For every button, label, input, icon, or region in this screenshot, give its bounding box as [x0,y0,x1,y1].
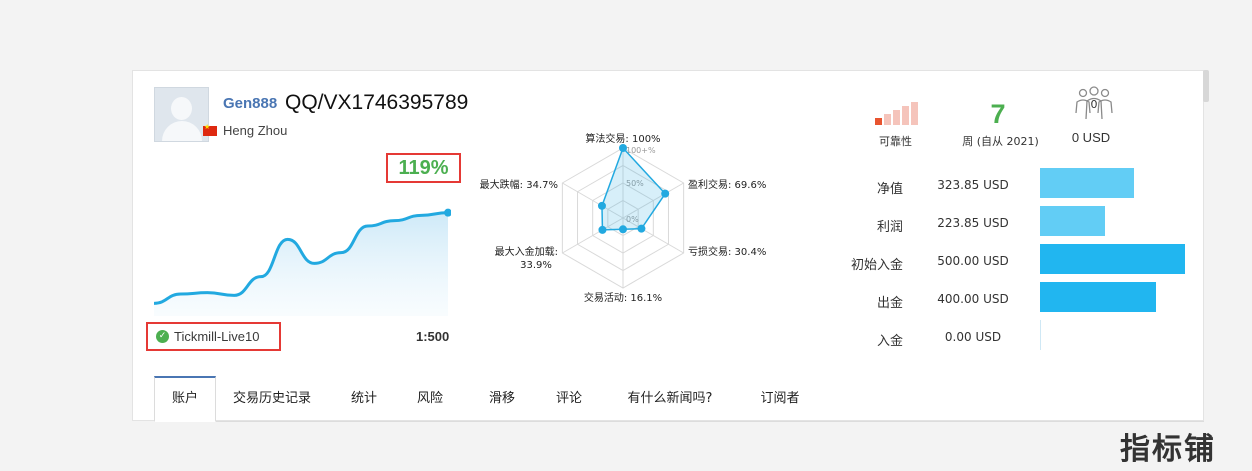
reliability-bar [902,106,909,125]
stat-row: 净值 323.85 USD [823,168,1203,206]
radar-axis-label: 算法交易: 100% [585,132,660,145]
user-name-link[interactable]: Gen888 [223,95,277,112]
stat-row: 入金 0.00 USD [823,320,1203,358]
stat-label: 净值 [876,182,903,197]
radar-axis-label: 亏损交易: 30.4% [688,245,766,258]
stat-bar [1040,282,1156,312]
avatar-body-shape [162,121,202,141]
stat-row: 出金 400.00 USD [823,282,1203,320]
tab-5[interactable]: 评论 [538,376,600,422]
user-city: Heng Zhou [223,123,288,138]
stat-value: 323.85 USD [937,178,1009,192]
tab-6[interactable]: 有什么新闻吗? [600,376,740,422]
growth-chart [153,208,451,316]
radar-point[interactable] [619,225,627,234]
stat-bar [1040,244,1185,274]
stat-bar [1040,168,1134,198]
radar-point[interactable] [661,189,670,198]
reliability-label: 可靠性 [879,135,912,148]
stat-label: 出金 [876,296,903,311]
signal-card: Gen888 QQ/VX1746395789 Heng Zhou 119% ✓ … [132,70,1204,422]
stat-value: 0.00 USD [944,330,1002,344]
radar-chart: 100+%50%0%算法交易: 100%盈利交易: 69.6%亏损交易: 30.… [480,132,767,304]
watermark-text: 指标铺 [1120,432,1216,467]
server-name: Tickmill-Live10 [174,329,260,344]
reliability-bar [911,102,918,125]
tab-0[interactable]: 账户 [154,376,216,422]
radar-ring-label: 100+% [626,146,656,155]
stat-bar [1040,320,1041,350]
tab-2[interactable]: 统计 [334,376,394,422]
radar-value-shape [601,146,667,231]
radar-axis-label: 交易活动: 16.1% [584,291,662,304]
radar-point[interactable] [637,224,646,233]
verified-shield-icon: ✓ [156,330,169,343]
stat-value: 500.00 USD [937,254,1009,268]
reliability-bar [893,110,900,125]
subscribers-count: 0 [1090,98,1098,111]
china-flag-icon [203,123,217,136]
radar-point[interactable] [598,225,607,234]
leverage-value: 1:500 [416,329,450,344]
avatar[interactable] [154,87,209,142]
stat-label: 初始入金 [850,258,903,273]
avatar-head-shape [171,97,192,120]
scrollbar-thumb[interactable] [1203,70,1209,102]
radar-axis-label: 33.9% [520,260,552,271]
subscribers-funds: 0 USD [1071,130,1111,145]
reliability-bars[interactable] [875,102,925,125]
stat-label: 入金 [876,334,903,349]
tab-4[interactable]: 滑移 [466,376,538,422]
radar-axis-label: 盈利交易: 69.6% [688,178,766,191]
tab-1[interactable]: 交易历史记录 [216,376,328,422]
stat-label: 利润 [876,220,903,235]
stat-value: 223.85 USD [937,216,1009,230]
radar-axis-label: 最大入金加载: [495,245,558,258]
tab-bar: 账户 交易历史记录 统计 风险 滑移 评论 有什么新闻吗? 订阅者 [154,376,1204,422]
weeks-label: 周 (自从 2021) [962,135,1039,148]
tab-3[interactable]: 风险 [394,376,466,422]
stat-bar [1040,206,1105,236]
user-contact-text: QQ/VX1746395789 [285,91,469,114]
radar-point[interactable] [597,201,606,210]
stat-value: 400.00 USD [937,292,1009,306]
stat-row: 初始入金 500.00 USD [823,244,1203,282]
growth-area [154,212,448,316]
weeks-count: 7 [990,99,1006,129]
tab-7[interactable]: 订阅者 [740,376,820,422]
radar-point[interactable] [619,144,627,152]
server-badge[interactable]: ✓ Tickmill-Live10 [146,322,281,351]
reliability-bar [884,114,891,125]
reliability-bar [875,118,882,125]
radar-axis-label: 最大跌幅: 34.7% [480,178,558,191]
stat-row: 利润 223.85 USD [823,206,1203,244]
